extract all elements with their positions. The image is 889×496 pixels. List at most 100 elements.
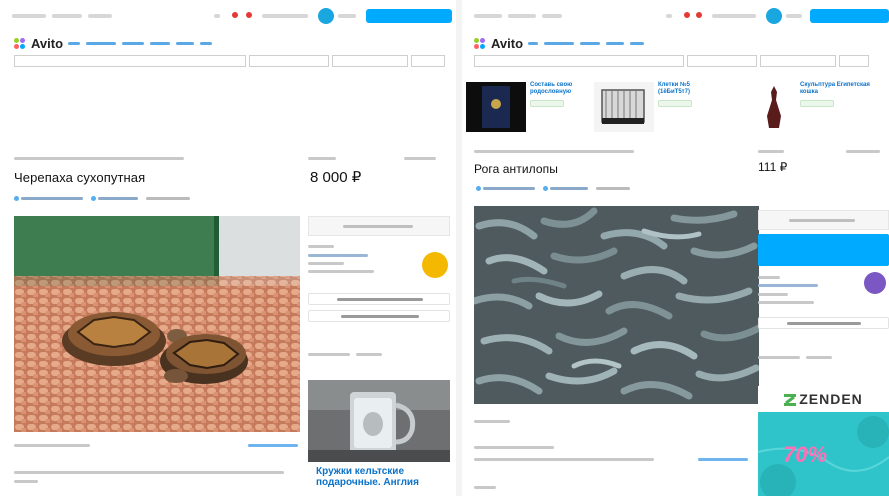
avito-logo[interactable]: Avito xyxy=(474,36,523,51)
seller-name[interactable] xyxy=(758,276,780,279)
breadcrumb[interactable] xyxy=(474,150,634,153)
write-message-button[interactable] xyxy=(308,293,450,305)
region-select[interactable] xyxy=(760,55,836,67)
share-link[interactable] xyxy=(846,150,880,153)
listing-actions xyxy=(14,196,190,201)
nav-link[interactable] xyxy=(68,42,80,45)
search-input[interactable] xyxy=(474,55,684,67)
phone-button[interactable] xyxy=(308,216,450,236)
nav-link[interactable] xyxy=(86,42,116,45)
write-message-button[interactable] xyxy=(758,234,889,266)
favorites-icon[interactable] xyxy=(214,14,220,18)
seller-avatar[interactable] xyxy=(864,272,886,294)
search-button[interactable] xyxy=(839,55,869,67)
recommendation-card[interactable]: Клетки №5 (1ёБиТ5т7) xyxy=(594,82,716,132)
nav-link[interactable] xyxy=(150,42,170,45)
category-nav xyxy=(528,42,644,45)
nav-link[interactable] xyxy=(606,42,624,45)
ad-title[interactable]: Кружки кельтские подарочные. Англия xyxy=(316,466,446,488)
nav-link[interactable] xyxy=(580,42,600,45)
category-select[interactable] xyxy=(249,55,329,67)
nav-link[interactable] xyxy=(630,42,644,45)
mug-photo xyxy=(308,380,450,462)
top-link[interactable] xyxy=(542,14,562,18)
description-line xyxy=(14,480,38,483)
show-map-link[interactable] xyxy=(698,458,748,461)
cage-image xyxy=(594,82,654,132)
category-select[interactable] xyxy=(687,55,757,67)
promo-banner[interactable]: 70% xyxy=(758,412,889,496)
cat-statue-image xyxy=(752,82,796,132)
recommendation-card[interactable]: Составь свою родословную xyxy=(466,82,588,132)
add-to-favorites-button[interactable] xyxy=(476,186,535,191)
antelope-horns-photo xyxy=(474,206,759,404)
seller-rating[interactable] xyxy=(308,254,368,257)
subscribe-button[interactable] xyxy=(758,317,889,329)
seller-avatar[interactable] xyxy=(422,252,448,278)
account-link[interactable] xyxy=(712,14,756,18)
seller-rating[interactable] xyxy=(758,284,818,287)
nav-link[interactable] xyxy=(176,42,194,45)
user-avatar[interactable] xyxy=(766,8,782,24)
nav-link[interactable] xyxy=(528,42,538,45)
search-button[interactable] xyxy=(411,55,445,67)
recommendation-title: Клетки №5 (1ёБиТ5т7) xyxy=(658,82,690,95)
book-image xyxy=(466,82,526,132)
show-map-link[interactable] xyxy=(248,444,298,447)
add-note-button[interactable] xyxy=(91,196,138,201)
search-input[interactable] xyxy=(14,55,246,67)
favorites-icon[interactable] xyxy=(666,14,672,18)
heart-icon xyxy=(476,186,481,191)
recommendation-card[interactable]: Скульптура Египетская кошка xyxy=(752,82,880,132)
top-link[interactable] xyxy=(508,14,536,18)
share-link[interactable] xyxy=(404,157,436,160)
listing-photo[interactable] xyxy=(14,216,300,432)
user-name[interactable] xyxy=(338,14,356,18)
account-link[interactable] xyxy=(262,14,308,18)
breadcrumb[interactable] xyxy=(14,157,184,160)
listing-id xyxy=(308,353,350,356)
add-note-button[interactable] xyxy=(543,186,588,191)
add-to-favorites-button[interactable] xyxy=(14,196,83,201)
recommendation-price-chip xyxy=(530,100,564,107)
view-count xyxy=(758,150,784,153)
nav-link[interactable] xyxy=(200,42,212,45)
listing-id xyxy=(758,356,800,359)
top-link[interactable] xyxy=(12,14,46,18)
zenden-logo-icon xyxy=(784,393,797,406)
ad-image[interactable] xyxy=(308,380,450,462)
listing-price: 111 ₽ xyxy=(758,160,788,174)
region-select[interactable] xyxy=(332,55,408,67)
top-link[interactable] xyxy=(52,14,82,18)
seller-since xyxy=(308,270,374,273)
top-link[interactable] xyxy=(474,14,502,18)
user-avatar[interactable] xyxy=(318,8,334,24)
seller-name[interactable] xyxy=(308,245,334,248)
post-ad-button[interactable] xyxy=(810,9,889,23)
note-icon xyxy=(543,186,548,191)
nav-link[interactable] xyxy=(122,42,144,45)
listing-title: Черепаха сухопутная xyxy=(14,170,146,185)
listing-price: 8 000 ₽ xyxy=(310,169,362,186)
top-bar xyxy=(462,0,889,30)
nav-link[interactable] xyxy=(544,42,574,45)
post-ad-button[interactable] xyxy=(366,9,452,23)
recommendation-title: Составь свою родословную xyxy=(530,82,573,95)
subscribe-button[interactable] xyxy=(308,310,450,322)
recommendation-price-chip xyxy=(658,100,692,107)
zenden-banner-header[interactable]: ZENDEN xyxy=(758,386,889,412)
notification-icon[interactable] xyxy=(232,12,238,18)
listing-views xyxy=(806,356,832,359)
phone-button[interactable] xyxy=(758,210,889,230)
listing-photo[interactable] xyxy=(474,206,759,404)
message-icon[interactable] xyxy=(696,12,702,18)
top-link[interactable] xyxy=(88,14,112,18)
seller-type xyxy=(758,293,788,296)
category-link[interactable] xyxy=(474,420,510,423)
avito-logo-text: Avito xyxy=(31,36,64,51)
avito-logo[interactable]: Avito xyxy=(14,36,63,51)
description-line xyxy=(14,471,284,474)
user-name[interactable] xyxy=(786,14,802,18)
message-icon[interactable] xyxy=(246,12,252,18)
notification-icon[interactable] xyxy=(684,12,690,18)
